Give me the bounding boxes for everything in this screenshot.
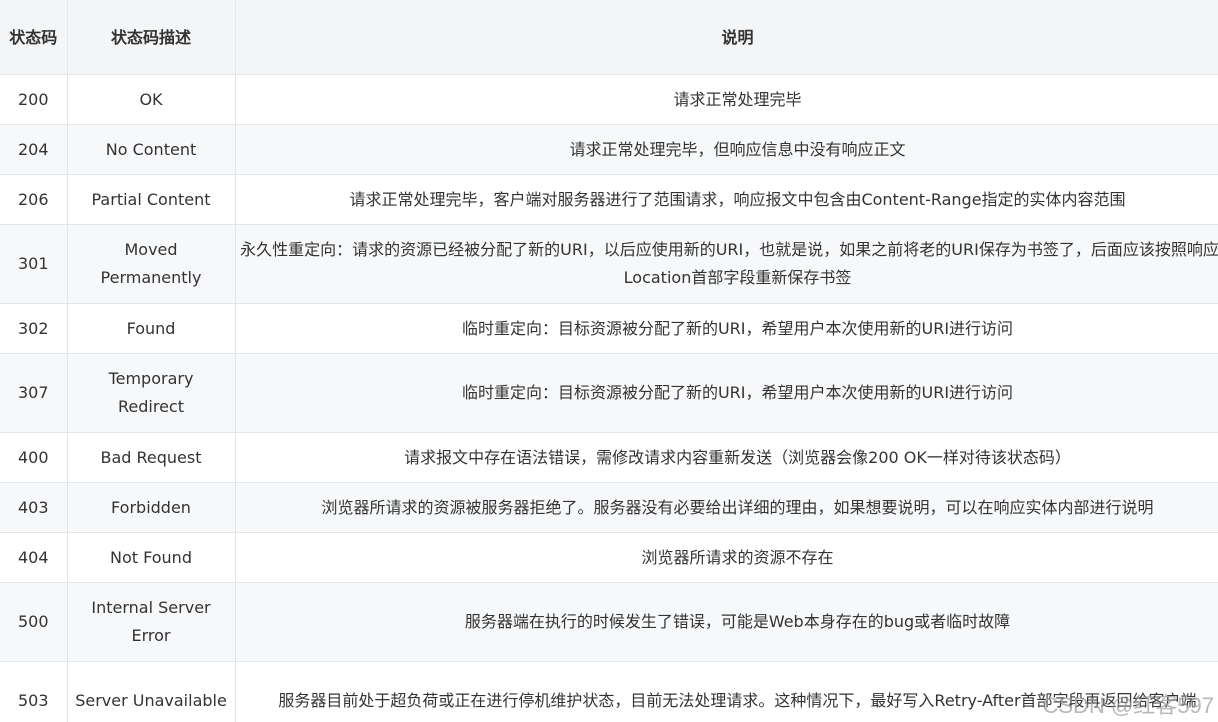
explanation-cell: 临时重定向：目标资源被分配了新的URI，希望用户本次使用新的URI进行访问 bbox=[235, 353, 1218, 433]
status-description-cell: Partial Content bbox=[67, 174, 236, 225]
explanation-cell: 请求正常处理完毕，但响应信息中没有响应正文 bbox=[235, 124, 1218, 175]
status-code-table: 状态码 状态码描述 说明 200 OK 请求正常处理完毕 204 No Cont… bbox=[0, 0, 1218, 722]
status-code-cell: 404 bbox=[0, 532, 68, 583]
status-description-cell: Temporary Redirect bbox=[67, 353, 236, 433]
status-code-cell: 200 bbox=[0, 74, 68, 125]
status-code-cell: 503 bbox=[0, 661, 68, 722]
status-description-cell: Found bbox=[67, 303, 236, 354]
status-code-cell: 206 bbox=[0, 174, 68, 225]
table-row: 404 Not Found 浏览器所请求的资源不存在 bbox=[0, 532, 1218, 583]
header-explanation: 说明 bbox=[235, 0, 1218, 75]
table-row: 200 OK 请求正常处理完毕 bbox=[0, 74, 1218, 125]
explanation-cell: 浏览器所请求的资源被服务器拒绝了。服务器没有必要给出详细的理由，如果想要说明，可… bbox=[235, 482, 1218, 533]
status-description-cell: Moved Permanently bbox=[67, 224, 236, 304]
explanation-cell: 永久性重定向：请求的资源已经被分配了新的URI，以后应使用新的URI，也就是说，… bbox=[235, 224, 1218, 304]
table-row: 503 Server Unavailable 服务器目前处于超负荷或正在进行停机… bbox=[0, 661, 1218, 722]
status-code-cell: 307 bbox=[0, 353, 68, 433]
explanation-cell: 请求报文中存在语法错误，需修改请求内容重新发送（浏览器会像200 OK一样对待该… bbox=[235, 432, 1218, 483]
table-row: 500 Internal Server Error 服务器端在执行的时候发生了错… bbox=[0, 582, 1218, 662]
status-description-cell: Forbidden bbox=[67, 482, 236, 533]
table-header-row: 状态码 状态码描述 说明 bbox=[0, 0, 1218, 75]
explanation-cell: 服务器端在执行的时候发生了错误，可能是Web本身存在的bug或者临时故障 bbox=[235, 582, 1218, 662]
table-row: 302 Found 临时重定向：目标资源被分配了新的URI，希望用户本次使用新的… bbox=[0, 303, 1218, 354]
explanation-cell: 请求正常处理完毕 bbox=[235, 74, 1218, 125]
explanation-cell: 临时重定向：目标资源被分配了新的URI，希望用户本次使用新的URI进行访问 bbox=[235, 303, 1218, 354]
status-description-cell: Bad Request bbox=[67, 432, 236, 483]
header-status-code: 状态码 bbox=[0, 0, 68, 75]
table-row: 400 Bad Request 请求报文中存在语法错误，需修改请求内容重新发送（… bbox=[0, 432, 1218, 483]
explanation-cell: 请求正常处理完毕，客户端对服务器进行了范围请求，响应报文中包含由Content-… bbox=[235, 174, 1218, 225]
status-description-cell: Not Found bbox=[67, 532, 236, 583]
explanation-cell: 浏览器所请求的资源不存在 bbox=[235, 532, 1218, 583]
status-description-cell: No Content bbox=[67, 124, 236, 175]
status-code-cell: 204 bbox=[0, 124, 68, 175]
status-description-cell: Internal Server Error bbox=[67, 582, 236, 662]
status-code-cell: 500 bbox=[0, 582, 68, 662]
status-code-cell: 400 bbox=[0, 432, 68, 483]
status-description-cell: Server Unavailable bbox=[67, 661, 236, 722]
table-row: 301 Moved Permanently 永久性重定向：请求的资源已经被分配了… bbox=[0, 224, 1218, 304]
table-row: 403 Forbidden 浏览器所请求的资源被服务器拒绝了。服务器没有必要给出… bbox=[0, 482, 1218, 533]
table-row: 307 Temporary Redirect 临时重定向：目标资源被分配了新的U… bbox=[0, 353, 1218, 433]
status-code-table-container: 状态码 状态码描述 说明 200 OK 请求正常处理完毕 204 No Cont… bbox=[0, 0, 1218, 722]
header-status-description: 状态码描述 bbox=[67, 0, 236, 75]
table-row: 206 Partial Content 请求正常处理完毕，客户端对服务器进行了范… bbox=[0, 174, 1218, 225]
csdn-watermark: CSDN @红客597 bbox=[1042, 693, 1215, 718]
status-code-cell: 301 bbox=[0, 224, 68, 304]
status-description-cell: OK bbox=[67, 74, 236, 125]
status-code-cell: 403 bbox=[0, 482, 68, 533]
status-code-cell: 302 bbox=[0, 303, 68, 354]
table-row: 204 No Content 请求正常处理完毕，但响应信息中没有响应正文 bbox=[0, 124, 1218, 175]
